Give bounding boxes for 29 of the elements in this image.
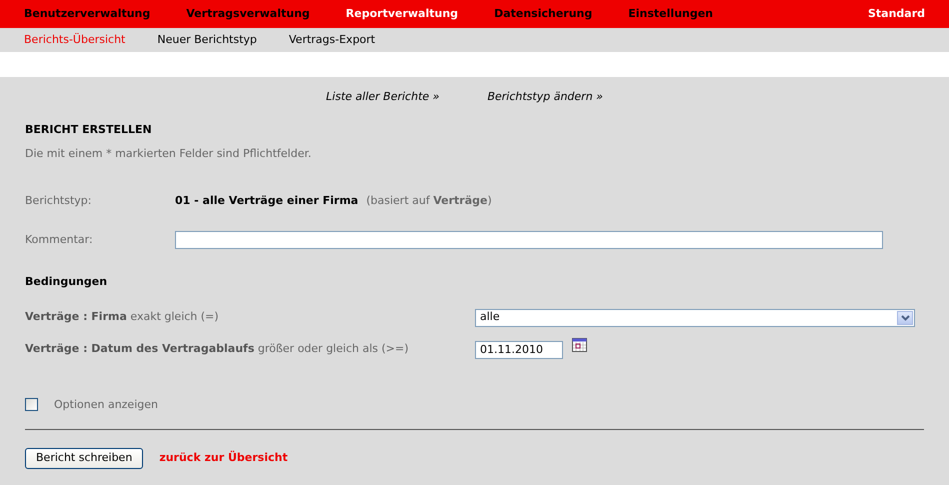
sub-nav-tab[interactable]: Berichts-Übersicht [24,32,126,48]
nav-link[interactable]: Liste aller Berichte » [326,89,440,106]
section-heading: Bedingungen [25,274,108,290]
report-type-note: (basiert auf Verträge) [366,192,492,208]
condition-label: Verträge : Firma exakt gleich (=) [25,309,220,326]
nav-tab[interactable]: Vertragsverwaltung [186,6,310,22]
comment-field[interactable] [175,231,883,249]
dropdown[interactable]: alle [475,308,915,326]
field-label: Berichtstyp: [25,192,92,208]
condition-label: Verträge : Datum des Vertragablaufs größer oder gleich als (>=) [25,341,410,358]
nav-tab[interactable]: Einstellungen [628,6,714,22]
user-menu[interactable]: Standard [868,6,925,22]
section-heading: BERICHT ERSTELLEN [25,122,153,138]
nav-tab[interactable]: Datensicherung [494,6,592,22]
checkbox-label: Optionen anzeigen [54,396,158,412]
checkbox[interactable] [25,398,38,412]
submit-button[interactable]: Bericht schreiben [25,448,144,468]
hint-text: Die mit einem * markierten Felder sind Pflichtfelder. [25,146,312,162]
sub-nav-tab[interactable]: Vertrags-Export [288,32,376,48]
date-field[interactable]: 01.11.2010 [475,340,563,358]
nav-tab[interactable]: Benutzerverwaltung [24,6,150,22]
nav-tab[interactable]: Reportverwaltung [346,6,458,22]
nav-link[interactable]: Berichtstyp ändern » [487,89,603,106]
sub-nav-tab[interactable]: Neuer Berichtstyp [157,32,257,48]
report-type-value: 01 - alle Verträge einer Firma [175,192,358,208]
field-label: Kommentar: [25,232,94,248]
calendar-icon[interactable] [572,338,588,353]
back-link[interactable]: zurück zur Übersicht [159,450,288,466]
caret-icon[interactable] [897,310,913,324]
